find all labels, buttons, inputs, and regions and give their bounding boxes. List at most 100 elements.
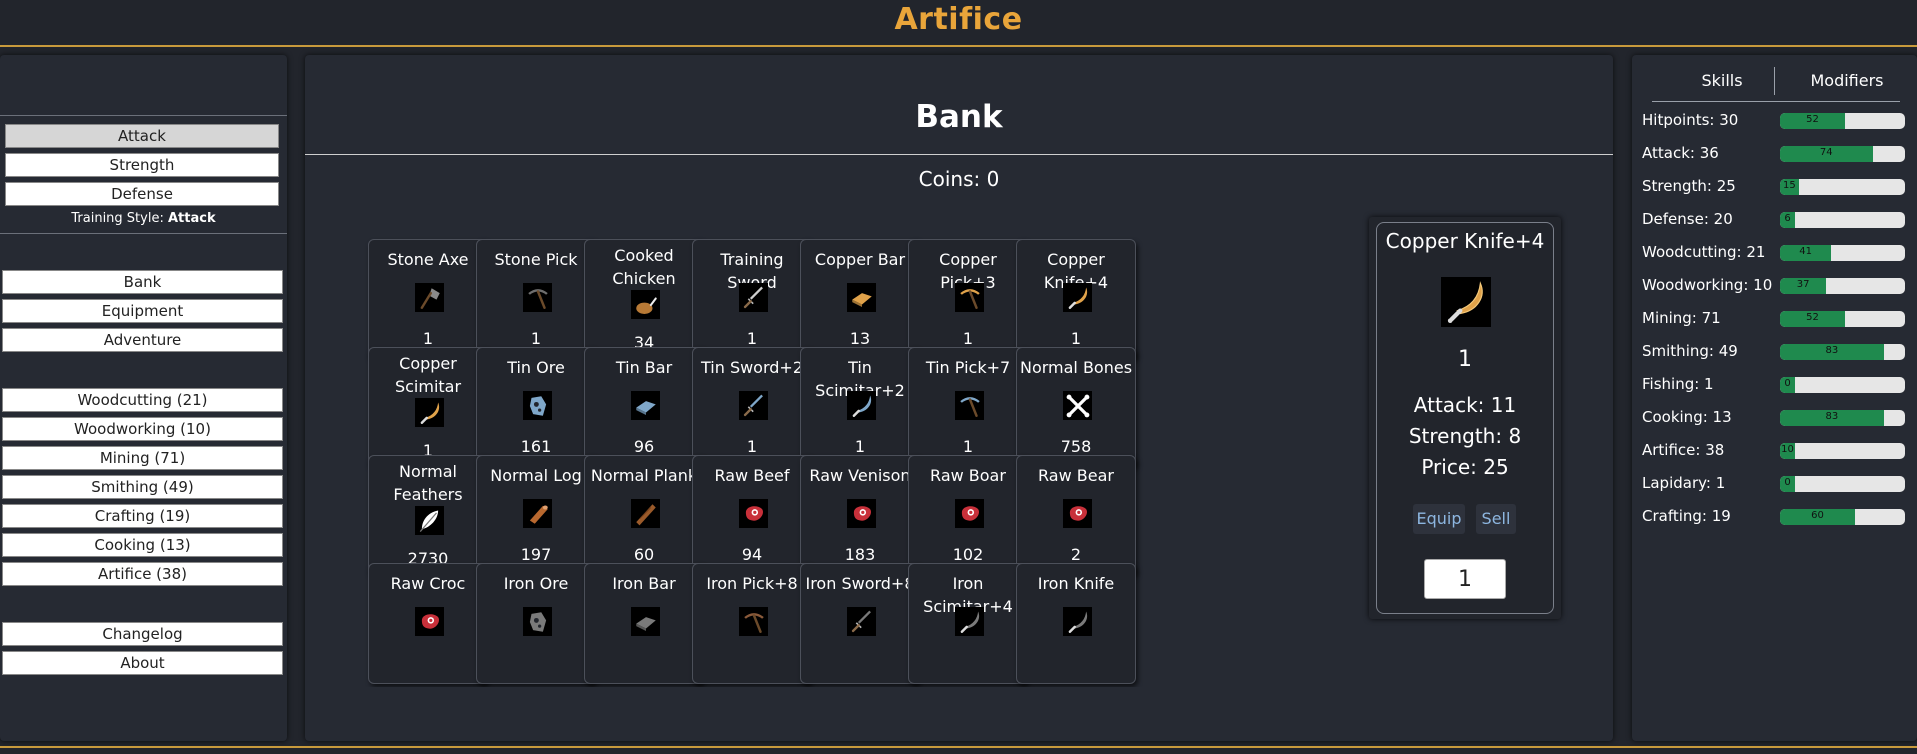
skill-label: Crafting: 19	[1642, 507, 1731, 525]
training-style-attack-button[interactable]: Attack	[5, 124, 279, 148]
bank-item[interactable]: Tin Sword+2 1	[692, 347, 812, 468]
bank-item-name: Raw Croc	[390, 574, 466, 593]
skill-progress-bar: 83	[1780, 410, 1905, 426]
bank-item[interactable]: Normal Bones 758	[1016, 347, 1136, 468]
bank-item[interactable]: Iron Ore	[476, 563, 596, 684]
left-sidebar: Attack Strength Defense Training Style: …	[0, 55, 287, 741]
bank-item[interactable]: Raw Bear 2	[1016, 455, 1136, 576]
meat-icon	[739, 499, 768, 528]
bank-item-quantity: 1	[962, 329, 974, 348]
skill-progress-bar: 74	[1780, 146, 1905, 162]
skill-label: Defense: 20	[1642, 210, 1733, 228]
bank-item[interactable]: Tin Bar 96	[584, 347, 704, 468]
sword-icon	[739, 391, 768, 420]
nav-woodcutting-button[interactable]: Woodcutting (21)	[2, 388, 283, 412]
bank-item-quantity: 197	[520, 545, 552, 564]
bank-item[interactable]: Training Sword1	[692, 239, 812, 360]
bank-item[interactable]: Normal Log 197	[476, 455, 596, 576]
skill-progress-value: 41	[1799, 246, 1812, 257]
bank-item[interactable]: Raw Beef 94	[692, 455, 812, 576]
bank-item[interactable]: Copper Pick+31	[908, 239, 1028, 360]
skills-sidebar: Skills Modifiers Hitpoints: 30 52 Attack: …	[1632, 55, 1917, 741]
bank-item[interactable]: Raw Venison 183	[800, 455, 920, 576]
bank-item[interactable]: Copper Scimitar 1	[368, 347, 488, 468]
bank-item-name: Normal Log	[490, 466, 582, 485]
nav-mining-button[interactable]: Mining (71)	[2, 446, 283, 470]
item-detail-attack: Attack: 11	[1413, 393, 1517, 417]
nav-about-button[interactable]: About	[2, 651, 283, 675]
bank-item-name: Copper Scimitar	[394, 354, 462, 396]
tab-skills[interactable]: Skills	[1692, 68, 1752, 94]
nav-changelog-button[interactable]: Changelog	[2, 622, 283, 646]
ore-icon	[523, 391, 552, 420]
training-style-label: Training Style: Attack	[0, 211, 287, 226]
bank-item[interactable]: Iron Sword+8	[800, 563, 920, 684]
training-style-value: Attack	[167, 211, 216, 226]
nav-equipment-button[interactable]: Equipment	[2, 299, 283, 323]
bank-item[interactable]: Iron Scimitar+4	[908, 563, 1028, 684]
bar-icon	[631, 607, 660, 636]
bank-item[interactable]: Cooked Chicken 34	[584, 239, 704, 360]
nav-woodworking-button[interactable]: Woodworking (10)	[2, 417, 283, 441]
bank-item-name: Iron Sword+8	[805, 574, 915, 593]
item-detail-card: Copper Knife+4 1 Attack: 11 Strength: 8 …	[1369, 217, 1561, 619]
bank-item[interactable]: Stone Axe 1	[368, 239, 488, 360]
bank-item[interactable]: Normal Plank 60	[584, 455, 704, 576]
page-title: Bank	[915, 99, 1003, 135]
bank-item[interactable]: Tin Scimitar+21	[800, 347, 920, 468]
bank-item-name: Iron Ore	[503, 574, 569, 593]
item-detail-frame: Copper Knife+4 1 Attack: 11 Strength: 8 …	[1376, 222, 1554, 614]
skill-progress-bar: 52	[1780, 311, 1905, 327]
bank-item[interactable]: Raw Boar 102	[908, 455, 1028, 576]
bank-item[interactable]: Stone Pick 1	[476, 239, 596, 360]
bank-item-name: Stone Axe	[387, 250, 469, 269]
pickaxe-icon	[739, 607, 768, 636]
bank-item[interactable]: Iron Knife	[1016, 563, 1136, 684]
bank-item[interactable]: Copper Bar 13	[800, 239, 920, 360]
bank-item-quantity: 1	[854, 437, 866, 456]
nav-cooking-button[interactable]: Cooking (13)	[2, 533, 283, 557]
bank-item-name: Tin Pick+7	[925, 358, 1011, 377]
bank-item-quantity: 1	[746, 437, 758, 456]
skill-progress-bar: 52	[1780, 113, 1905, 129]
nav-adventure-button[interactable]: Adventure	[2, 328, 283, 352]
bank-item[interactable]: Iron Bar	[584, 563, 704, 684]
bank-item[interactable]: Normal Feathers 2730	[368, 455, 488, 576]
bank-item[interactable]: Raw Croc	[368, 563, 488, 684]
skill-label: Attack: 36	[1642, 144, 1719, 162]
skill-progress-value: 83	[1825, 345, 1839, 356]
sell-amount-input[interactable]: 1	[1424, 559, 1506, 599]
bank-item-name: Cooked Chicken	[612, 246, 676, 288]
bank-item[interactable]: Copper Knife+41	[1016, 239, 1136, 360]
skill-progress-bar: 83	[1780, 344, 1905, 360]
skill-progress-value: 37	[1796, 279, 1810, 290]
pickaxe-icon	[955, 391, 984, 420]
bank-item-quantity: 13	[849, 329, 871, 348]
bank-item-name: Normal Feathers	[393, 462, 463, 504]
scimitar-icon	[1063, 607, 1092, 636]
training-style-strength-button[interactable]: Strength	[5, 153, 279, 177]
sell-button[interactable]: Sell	[1476, 504, 1516, 534]
tab-modifiers[interactable]: Modifiers	[1792, 68, 1902, 94]
bank-item-quantity: 94	[741, 545, 763, 564]
skill-label: Mining: 71	[1642, 309, 1721, 327]
skill-progress-bar: 6	[1780, 212, 1905, 228]
sword-icon	[847, 607, 876, 636]
bank-item[interactable]: Tin Ore 161	[476, 347, 596, 468]
nav-bank-button[interactable]: Bank	[2, 270, 283, 294]
bank-item[interactable]: Tin Pick+7 1	[908, 347, 1028, 468]
equip-button[interactable]: Equip	[1413, 504, 1465, 534]
nav-smithing-button[interactable]: Smithing (49)	[2, 475, 283, 499]
training-style-defense-button[interactable]: Defense	[5, 182, 279, 206]
skill-label: Cooking: 13	[1642, 408, 1732, 426]
footer-bar	[0, 746, 1917, 754]
scimitar-icon	[415, 398, 444, 427]
skill-progress-value: 60	[1811, 510, 1824, 521]
bank-item-name: Tin Bar	[615, 358, 673, 377]
bank-item-name: Tin Sword+2	[700, 358, 804, 377]
tab-underline	[1652, 101, 1900, 102]
bank-item-name: Iron Knife	[1037, 574, 1115, 593]
nav-artifice-button[interactable]: Artifice (38)	[2, 562, 283, 586]
nav-crafting-button[interactable]: Crafting (19)	[2, 504, 283, 528]
bank-item[interactable]: Iron Pick+8	[692, 563, 812, 684]
